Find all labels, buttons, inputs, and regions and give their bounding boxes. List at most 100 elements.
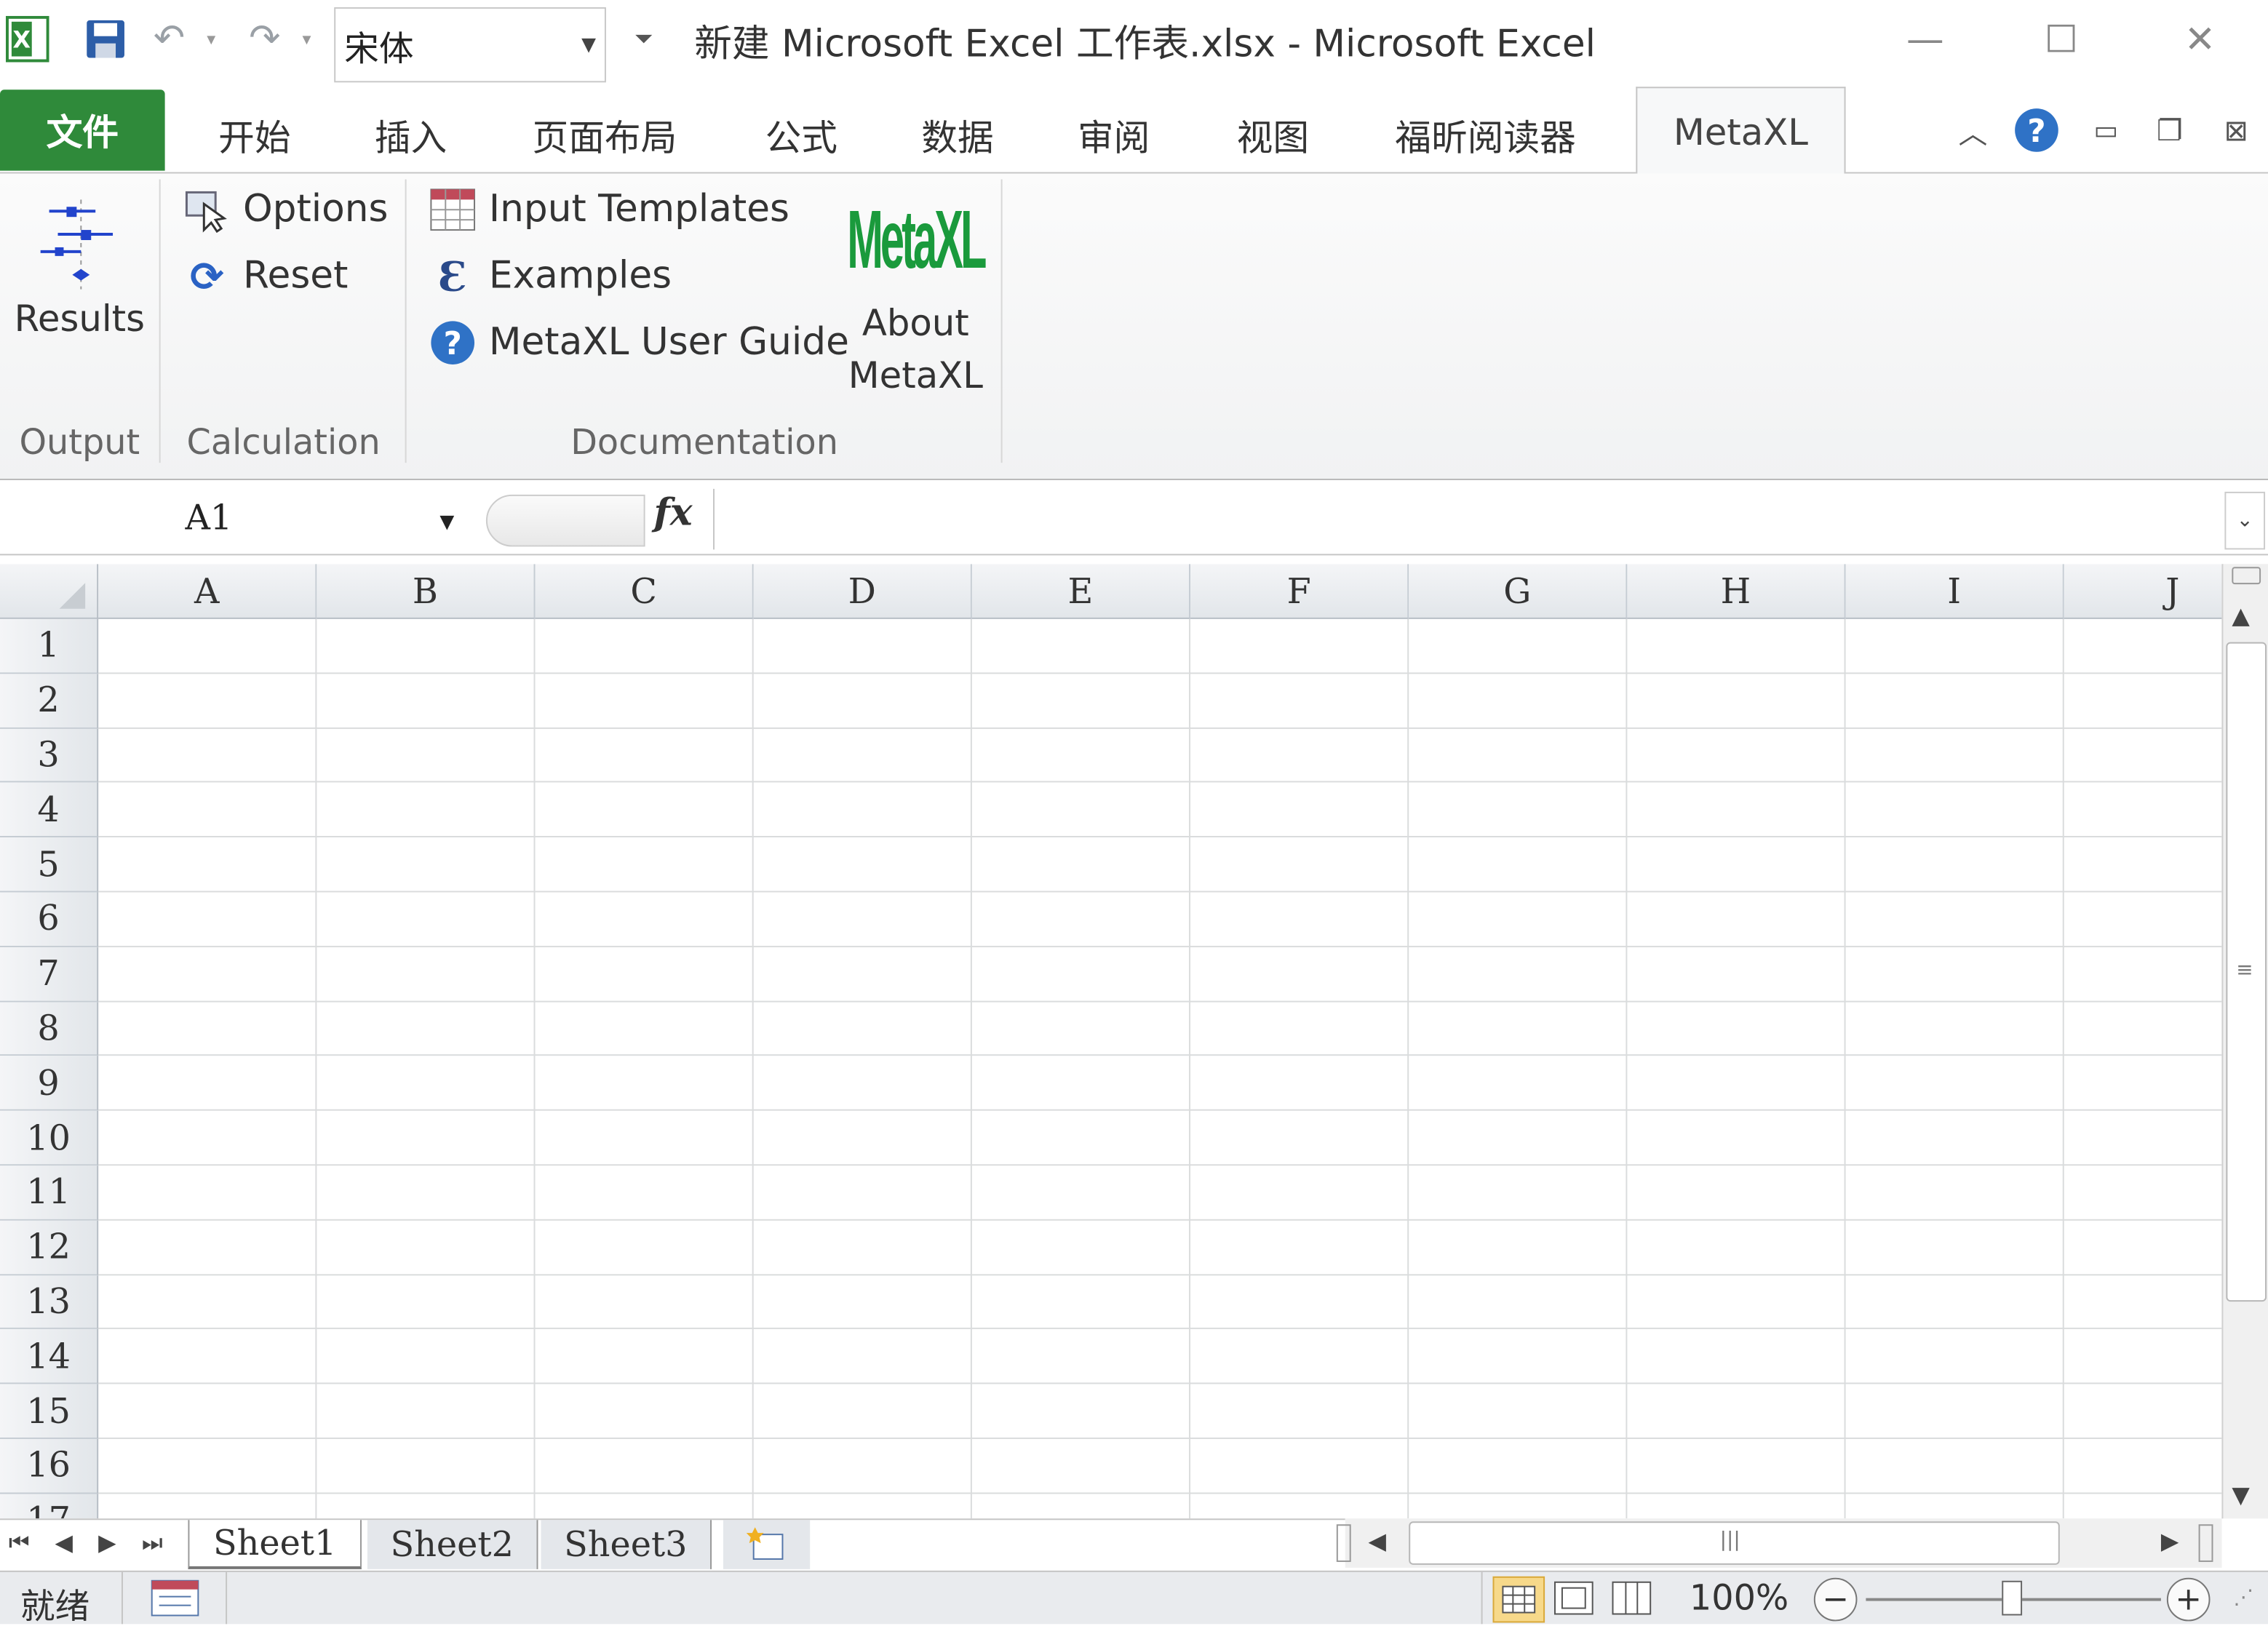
- undo-dropdown-icon[interactable]: ▾: [196, 15, 226, 64]
- row-header[interactable]: 6: [0, 892, 99, 947]
- horizontal-scroll-thumb[interactable]: |||: [1409, 1521, 2060, 1565]
- results-button[interactable]: Results: [9, 185, 151, 402]
- scroll-left-icon[interactable]: ◀: [1369, 1527, 1386, 1555]
- previous-sheet-icon[interactable]: ◀: [55, 1529, 73, 1556]
- scroll-up-icon[interactable]: ▲: [2232, 602, 2249, 629]
- row-header[interactable]: 4: [0, 783, 99, 838]
- column-header[interactable]: C: [535, 564, 754, 619]
- font-name-combo[interactable]: 宋体 ▼: [334, 7, 606, 83]
- close-workbook-icon[interactable]: ⊠: [2213, 107, 2259, 154]
- row-header[interactable]: 9: [0, 1056, 99, 1112]
- tab-formulas[interactable]: 公式: [749, 101, 854, 170]
- row-header[interactable]: 10: [0, 1111, 99, 1166]
- scroll-down-icon[interactable]: ▼: [2232, 1481, 2249, 1509]
- split-box-icon[interactable]: [2198, 1524, 2213, 1562]
- tab-metaxl[interactable]: MetaXL: [1636, 87, 1846, 175]
- tab-page-layout[interactable]: 页面布局: [521, 101, 689, 170]
- row-header[interactable]: 17: [0, 1494, 99, 1519]
- column-header[interactable]: B: [317, 564, 536, 619]
- zoom-out-icon[interactable]: −: [1813, 1577, 1858, 1622]
- tab-file[interactable]: 文件: [0, 89, 165, 171]
- row-header[interactable]: 5: [0, 837, 99, 893]
- row-header[interactable]: 3: [0, 728, 99, 784]
- tab-split-box[interactable]: [1336, 1524, 1351, 1562]
- insert-function-button[interactable]: fx: [654, 492, 693, 535]
- resize-grip-icon[interactable]: ⋰: [2233, 1587, 2253, 1610]
- page-break-view-icon[interactable]: [1612, 1581, 1652, 1622]
- column-header[interactable]: A: [98, 564, 317, 619]
- row-header[interactable]: 8: [0, 1001, 99, 1056]
- column-header[interactable]: E: [971, 564, 1191, 619]
- reset-button[interactable]: ⟳ Reset: [182, 252, 348, 301]
- about-label-line1: About: [862, 302, 969, 345]
- horizontal-scrollbar[interactable]: ◀ ||| ▶: [1336, 1518, 2222, 1568]
- undo-icon[interactable]: ↶: [148, 15, 191, 64]
- user-guide-button[interactable]: ? MetaXL User Guide: [428, 318, 849, 367]
- expand-formula-bar-icon[interactable]: ⌄: [2224, 491, 2266, 550]
- gridline: [98, 671, 2222, 674]
- column-header[interactable]: J: [2064, 564, 2222, 619]
- select-all-corner[interactable]: [0, 564, 99, 619]
- input-templates-button[interactable]: Input Templates: [428, 185, 789, 234]
- maximize-icon[interactable]: ☐: [2025, 9, 2097, 72]
- row-header[interactable]: 16: [0, 1438, 99, 1494]
- row-header[interactable]: 11: [0, 1165, 99, 1221]
- formula-bar-splitter[interactable]: [485, 494, 645, 547]
- excel-app-icon[interactable]: X: [2, 14, 52, 64]
- normal-view-icon[interactable]: [1492, 1576, 1545, 1623]
- record-macro-icon[interactable]: [151, 1579, 200, 1623]
- tab-home[interactable]: 开始: [202, 101, 306, 170]
- name-box[interactable]: A1 ▼: [0, 492, 477, 550]
- row-header[interactable]: 12: [0, 1220, 99, 1275]
- zoom-slider-thumb[interactable]: [2002, 1580, 2023, 1616]
- vertical-scrollbar[interactable]: ▲ ≡ ▼: [2221, 564, 2268, 1519]
- row-header[interactable]: 13: [0, 1275, 99, 1330]
- row-header[interactable]: 1: [0, 618, 99, 674]
- row-header[interactable]: 2: [0, 673, 99, 729]
- sheet-tab-sheet2[interactable]: Sheet2: [367, 1520, 538, 1569]
- first-sheet-icon[interactable]: ⏮: [9, 1529, 30, 1558]
- help-icon[interactable]: ?: [2013, 107, 2060, 154]
- about-metaxl-button[interactable]: MetaXL About MetaXL: [845, 188, 987, 404]
- tab-view[interactable]: 视图: [1221, 101, 1325, 170]
- column-header[interactable]: G: [1409, 564, 1628, 619]
- column-header[interactable]: I: [1845, 564, 2064, 619]
- redo-dropdown-icon[interactable]: ▾: [293, 15, 322, 64]
- formula-input[interactable]: [713, 488, 2220, 550]
- column-header[interactable]: F: [1190, 564, 1409, 619]
- minimize-icon[interactable]: —: [1889, 9, 1961, 72]
- zoom-level[interactable]: 100%: [1690, 1578, 1788, 1619]
- chevron-down-icon[interactable]: ▼: [439, 512, 454, 534]
- gridline: [98, 836, 2222, 838]
- save-icon[interactable]: [84, 15, 127, 64]
- row-header[interactable]: 15: [0, 1384, 99, 1439]
- scroll-right-icon[interactable]: ▶: [2161, 1527, 2179, 1555]
- vertical-scroll-thumb[interactable]: ≡: [2226, 642, 2267, 1302]
- last-sheet-icon[interactable]: ⏭: [142, 1529, 163, 1558]
- redo-icon[interactable]: ↷: [243, 15, 287, 64]
- customize-qat-icon[interactable]: ⏷: [622, 15, 666, 64]
- worksheet-grid[interactable]: ABCDEFGHIJ 1234567891011121314151617: [0, 564, 2222, 1519]
- column-header[interactable]: D: [753, 564, 972, 619]
- page-layout-view-icon[interactable]: [1553, 1581, 1594, 1622]
- sheet-tab-sheet3[interactable]: Sheet3: [541, 1520, 712, 1569]
- chevron-down-icon[interactable]: ▼: [581, 35, 596, 57]
- row-header[interactable]: 14: [0, 1329, 99, 1384]
- minimize-workbook-icon[interactable]: ▭: [2083, 107, 2130, 154]
- examples-button[interactable]: Ɛ Examples: [428, 252, 672, 301]
- insert-sheet-button[interactable]: [723, 1520, 811, 1569]
- close-icon[interactable]: ✕: [2164, 9, 2236, 72]
- restore-workbook-icon[interactable]: ❐: [2146, 107, 2193, 154]
- gridline: [98, 945, 2222, 947]
- sheet-tab-sheet1[interactable]: Sheet1: [188, 1520, 362, 1569]
- next-sheet-icon[interactable]: ▶: [98, 1529, 116, 1556]
- split-box-icon[interactable]: [2232, 567, 2261, 585]
- tab-review[interactable]: 审阅: [1062, 101, 1166, 170]
- row-header[interactable]: 7: [0, 946, 99, 1002]
- collapse-ribbon-icon[interactable]: ︿: [1950, 107, 1997, 154]
- column-header[interactable]: H: [1627, 564, 1846, 619]
- tab-insert[interactable]: 插入: [359, 101, 463, 170]
- options-button[interactable]: Options: [182, 185, 388, 234]
- zoom-in-icon[interactable]: +: [2166, 1577, 2211, 1622]
- tab-foxit-reader[interactable]: 福昕阅读器: [1380, 101, 1591, 170]
